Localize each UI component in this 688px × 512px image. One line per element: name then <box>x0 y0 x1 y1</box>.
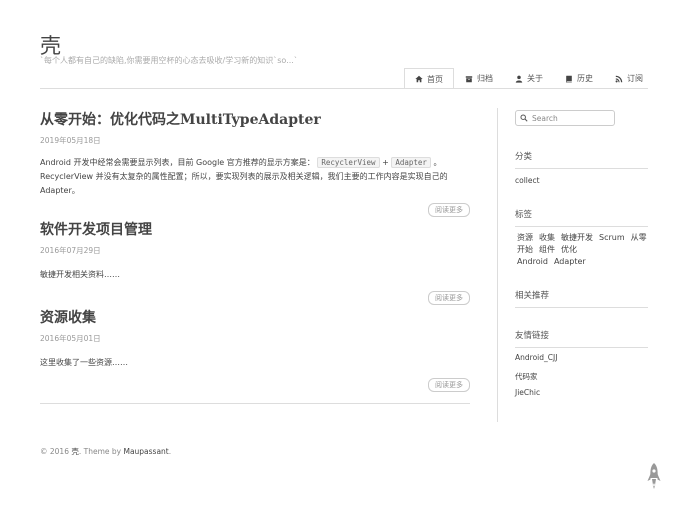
archive-icon <box>465 75 473 82</box>
category-link[interactable]: collect <box>515 176 540 185</box>
search-placeholder: Search <box>532 113 558 123</box>
nav-rss[interactable]: 订阅 <box>604 68 654 88</box>
post-date: 2016年05月01日 <box>40 334 101 343</box>
inline-code: Adapter <box>391 157 431 168</box>
home-icon <box>415 75 423 83</box>
sidebar-divider <box>497 108 498 422</box>
rss-icon <box>615 75 623 82</box>
footer-text: . <box>168 447 172 456</box>
tag-link[interactable]: 资源 <box>517 233 533 242</box>
footer-text: . Theme by <box>78 447 124 456</box>
tag-link[interactable]: 优化 <box>561 245 577 254</box>
site-description: `每个人都有自己的缺陷,你需要用空杯的心态去吸收/学习新的知识`so...` <box>40 56 298 65</box>
post-title[interactable]: 软件开发项目管理 <box>40 220 470 240</box>
tag-link[interactable]: Adapter <box>554 257 586 266</box>
footer: © 2016 壳. Theme by Maupassant. <box>40 446 171 457</box>
post-item: 软件开发项目管理 2016年07月29日 敏捷开发相关资料…… 阅读更多 <box>40 220 470 308</box>
nav-label: 历史 <box>577 74 593 83</box>
post-excerpt: 这里收集了一些资源…… <box>40 358 128 367</box>
post-excerpt: 敏捷开发相关资料…… <box>40 270 120 279</box>
nav-label: 订阅 <box>627 74 643 83</box>
tag-link[interactable]: 敏捷开发 <box>561 233 593 242</box>
top-nav: 首页 归档 关于 历史 订阅 <box>404 68 654 89</box>
footer-site-link[interactable]: 壳 <box>71 447 79 456</box>
links-heading: 友情链接 <box>515 329 648 348</box>
read-more-button[interactable]: 阅读更多 <box>428 203 470 217</box>
search-icon <box>520 114 528 122</box>
post-list-divider <box>40 403 470 404</box>
tag-link[interactable]: Scrum <box>599 233 625 242</box>
related-heading: 相关推荐 <box>515 289 648 308</box>
user-icon <box>515 75 523 83</box>
nav-label: 关于 <box>527 74 543 83</box>
categories-heading: 分类 <box>515 150 648 169</box>
sidebar: Search 分类 collect 标签 资源 收集 敏捷开发 Scrum 从零开始 组件… <box>515 110 648 397</box>
post-excerpt: Android 开发中经常会需要显示列表，目前 Google 官方推荐的显示方案… <box>40 156 470 198</box>
tag-cloud: 资源 收集 敏捷开发 Scrum 从零开始 组件 优化Android Adapter <box>517 232 649 268</box>
nav-label: 首页 <box>427 74 443 84</box>
post-title[interactable]: 从零开始：优化代码之MultiTypeAdapter <box>40 110 470 130</box>
footer-theme-link[interactable]: Maupassant <box>123 447 168 456</box>
friend-link[interactable]: 代码家 <box>515 371 538 382</box>
tag-link[interactable]: Android <box>517 257 548 266</box>
nav-label: 归档 <box>477 74 493 83</box>
book-icon <box>566 75 572 83</box>
friend-link[interactable]: Android_CJJ <box>515 353 557 362</box>
plus-sign: + <box>382 158 389 167</box>
nav-about[interactable]: 关于 <box>504 68 554 88</box>
read-more-button[interactable]: 阅读更多 <box>428 378 470 392</box>
post-date: 2019年05月18日 <box>40 136 101 145</box>
tag-link[interactable]: 组件 <box>539 245 555 254</box>
post-date: 2016年07月29日 <box>40 246 101 255</box>
friend-link[interactable]: JieChic <box>515 388 540 397</box>
post-item: 从零开始：优化代码之MultiTypeAdapter 2019年05月18日 A… <box>40 110 470 220</box>
nav-history[interactable]: 历史 <box>554 68 604 88</box>
inline-code: RecyclerView <box>317 157 380 168</box>
excerpt-text: Android 开发中经常会需要显示列表，目前 Google 官方推荐的显示方案… <box>40 158 315 167</box>
nav-home[interactable]: 首页 <box>404 68 454 89</box>
post-title[interactable]: 资源收集 <box>40 308 470 328</box>
tags-heading: 标签 <box>515 208 648 227</box>
post-item: 资源收集 2016年05月01日 这里收集了一些资源…… 阅读更多 <box>40 308 470 403</box>
search-input[interactable]: Search <box>515 110 615 126</box>
post-list: 从零开始：优化代码之MultiTypeAdapter 2019年05月18日 A… <box>40 110 470 404</box>
read-more-button[interactable]: 阅读更多 <box>428 291 470 305</box>
tag-link[interactable]: 收集 <box>539 233 555 242</box>
back-to-top-rocket-icon[interactable] <box>646 462 662 490</box>
nav-archive[interactable]: 归档 <box>454 68 504 88</box>
footer-text: © 2016 <box>40 447 72 456</box>
header-divider <box>40 88 648 89</box>
